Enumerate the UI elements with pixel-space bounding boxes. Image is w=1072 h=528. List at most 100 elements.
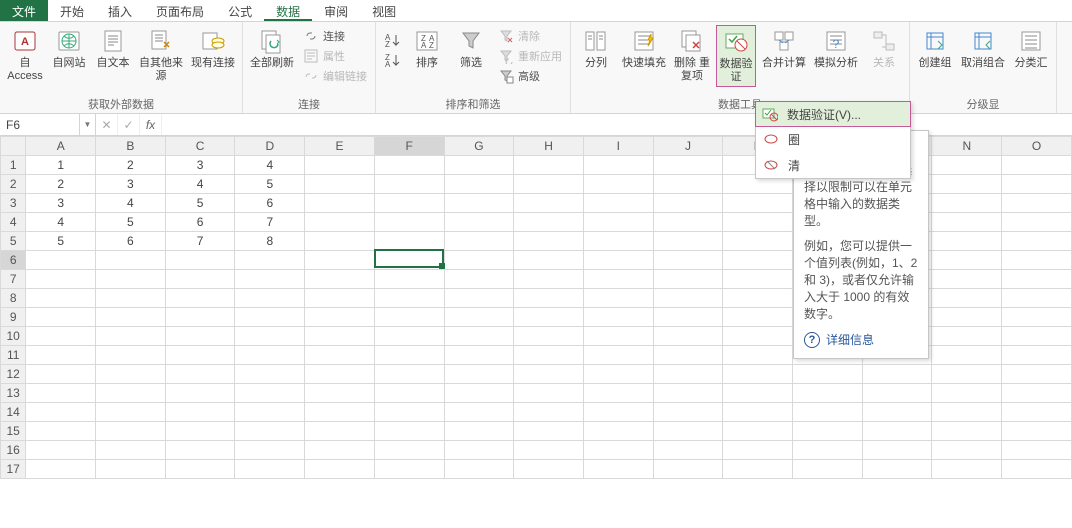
- ungroup-button[interactable]: 取消组合: [959, 25, 1007, 72]
- name-box[interactable]: F6: [0, 114, 80, 135]
- cell[interactable]: [862, 441, 932, 460]
- cell[interactable]: [932, 384, 1002, 403]
- cell[interactable]: [374, 422, 444, 441]
- cell[interactable]: [444, 365, 514, 384]
- cell[interactable]: [653, 327, 723, 346]
- cell[interactable]: [653, 175, 723, 194]
- row-header[interactable]: 6: [1, 251, 26, 270]
- cell[interactable]: [1002, 156, 1072, 175]
- cell[interactable]: [514, 441, 584, 460]
- cell[interactable]: 2: [96, 156, 166, 175]
- cell[interactable]: [583, 403, 653, 422]
- cell[interactable]: [165, 384, 235, 403]
- cell[interactable]: [305, 346, 375, 365]
- cell[interactable]: 6: [235, 194, 305, 213]
- cell[interactable]: [96, 384, 166, 403]
- cell[interactable]: [514, 327, 584, 346]
- cell[interactable]: [1002, 232, 1072, 251]
- row-header[interactable]: 7: [1, 270, 26, 289]
- cell[interactable]: [653, 289, 723, 308]
- cell[interactable]: 5: [26, 232, 96, 251]
- cell[interactable]: 6: [165, 213, 235, 232]
- cell[interactable]: [583, 251, 653, 270]
- cell[interactable]: [653, 251, 723, 270]
- cell[interactable]: [305, 384, 375, 403]
- row-header[interactable]: 5: [1, 232, 26, 251]
- cell[interactable]: 3: [165, 156, 235, 175]
- cell[interactable]: [374, 289, 444, 308]
- cell[interactable]: [514, 422, 584, 441]
- cell[interactable]: [932, 251, 1002, 270]
- cell[interactable]: [235, 327, 305, 346]
- cell[interactable]: [374, 384, 444, 403]
- cell[interactable]: [444, 270, 514, 289]
- column-header[interactable]: I: [583, 137, 653, 156]
- cell[interactable]: 5: [165, 194, 235, 213]
- cell[interactable]: [653, 422, 723, 441]
- cell[interactable]: [26, 460, 96, 479]
- cell[interactable]: [305, 460, 375, 479]
- group-button[interactable]: 创建组: [915, 25, 955, 72]
- cell[interactable]: [862, 365, 932, 384]
- cell[interactable]: [932, 460, 1002, 479]
- column-header[interactable]: B: [96, 137, 166, 156]
- cell[interactable]: [96, 270, 166, 289]
- column-header[interactable]: E: [305, 137, 375, 156]
- properties-button[interactable]: 属性: [300, 47, 370, 65]
- cell[interactable]: [305, 289, 375, 308]
- cell[interactable]: [26, 289, 96, 308]
- cell[interactable]: 1: [26, 156, 96, 175]
- column-header[interactable]: F: [374, 137, 444, 156]
- column-header[interactable]: H: [514, 137, 584, 156]
- relationships-button[interactable]: 关系: [864, 25, 904, 72]
- cell[interactable]: 4: [96, 194, 166, 213]
- cell[interactable]: [235, 384, 305, 403]
- cell[interactable]: 7: [165, 232, 235, 251]
- cell[interactable]: [514, 365, 584, 384]
- cell[interactable]: [723, 213, 793, 232]
- cell[interactable]: [514, 289, 584, 308]
- cell[interactable]: [1002, 270, 1072, 289]
- cell[interactable]: [723, 327, 793, 346]
- cell[interactable]: [444, 308, 514, 327]
- cell[interactable]: [165, 289, 235, 308]
- cell[interactable]: [26, 346, 96, 365]
- cell[interactable]: [932, 194, 1002, 213]
- cell[interactable]: [96, 365, 166, 384]
- cell[interactable]: [932, 365, 1002, 384]
- cell[interactable]: [932, 403, 1002, 422]
- cell[interactable]: [932, 422, 1002, 441]
- cell[interactable]: 5: [96, 213, 166, 232]
- tab-home[interactable]: 开始: [48, 0, 96, 21]
- cell[interactable]: [444, 384, 514, 403]
- cell[interactable]: [583, 460, 653, 479]
- cell[interactable]: [374, 194, 444, 213]
- cell[interactable]: [235, 251, 305, 270]
- cancel-formula-button[interactable]: ✕: [96, 114, 118, 135]
- column-header[interactable]: O: [1002, 137, 1072, 156]
- cell[interactable]: 3: [96, 175, 166, 194]
- cell[interactable]: [305, 422, 375, 441]
- edit-links-button[interactable]: 编辑链接: [300, 67, 370, 85]
- column-header[interactable]: A: [26, 137, 96, 156]
- cell[interactable]: [723, 403, 793, 422]
- cell[interactable]: [793, 384, 863, 403]
- cell[interactable]: [26, 270, 96, 289]
- cell[interactable]: [653, 232, 723, 251]
- menu-data-validation[interactable]: 数据验证(V)...: [755, 101, 911, 127]
- tooltip-more-link[interactable]: ? 详细信息: [804, 331, 918, 348]
- filter-button[interactable]: 筛选: [451, 25, 491, 72]
- cell[interactable]: [514, 346, 584, 365]
- cell[interactable]: 4: [165, 175, 235, 194]
- cell[interactable]: [583, 156, 653, 175]
- cell[interactable]: [26, 365, 96, 384]
- row-header[interactable]: 17: [1, 460, 26, 479]
- column-header[interactable]: G: [444, 137, 514, 156]
- cell[interactable]: [583, 232, 653, 251]
- tab-view[interactable]: 视图: [360, 0, 408, 21]
- cell[interactable]: [723, 251, 793, 270]
- row-header[interactable]: 13: [1, 384, 26, 403]
- cell[interactable]: 4: [26, 213, 96, 232]
- cell[interactable]: [723, 365, 793, 384]
- cell[interactable]: [444, 441, 514, 460]
